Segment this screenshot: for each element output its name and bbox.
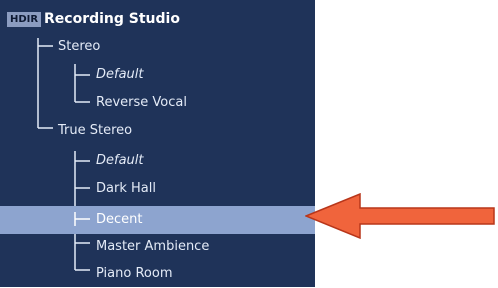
pointer-arrow-icon [305, 193, 495, 239]
tree-group-stereo[interactable]: Stereo [0, 33, 315, 61]
tree-item-decent[interactable]: Decent [0, 206, 315, 234]
tree-item-master-ambience[interactable]: Master Ambience [0, 233, 315, 261]
item-label: Piano Room [96, 266, 173, 281]
item-label: Default [96, 67, 144, 82]
tree-item-true-stereo-default[interactable]: Default [0, 147, 315, 175]
preset-tree-panel: HDIR Recording Studio Stereo Default Rev… [0, 0, 315, 287]
tree-item-piano-room[interactable]: Piano Room [0, 260, 315, 288]
group-label-true-stereo: True Stereo [58, 123, 133, 138]
tree-root-recording-studio[interactable]: HDIR Recording Studio [0, 5, 315, 33]
item-label: Dark Hall [96, 181, 156, 196]
root-title: Recording Studio [44, 11, 180, 27]
item-label: Master Ambience [96, 239, 210, 254]
item-label: Decent [96, 212, 143, 227]
item-label: Reverse Vocal [96, 95, 187, 110]
item-label: Default [96, 153, 144, 168]
tree-item-reverse-vocal[interactable]: Reverse Vocal [0, 89, 315, 117]
group-label-stereo: Stereo [58, 39, 101, 54]
hdir-badge: HDIR [7, 12, 42, 27]
tree-item-stereo-default[interactable]: Default [0, 61, 315, 89]
tree-group-true-stereo[interactable]: True Stereo [0, 117, 315, 145]
tree-item-dark-hall[interactable]: Dark Hall [0, 175, 315, 203]
